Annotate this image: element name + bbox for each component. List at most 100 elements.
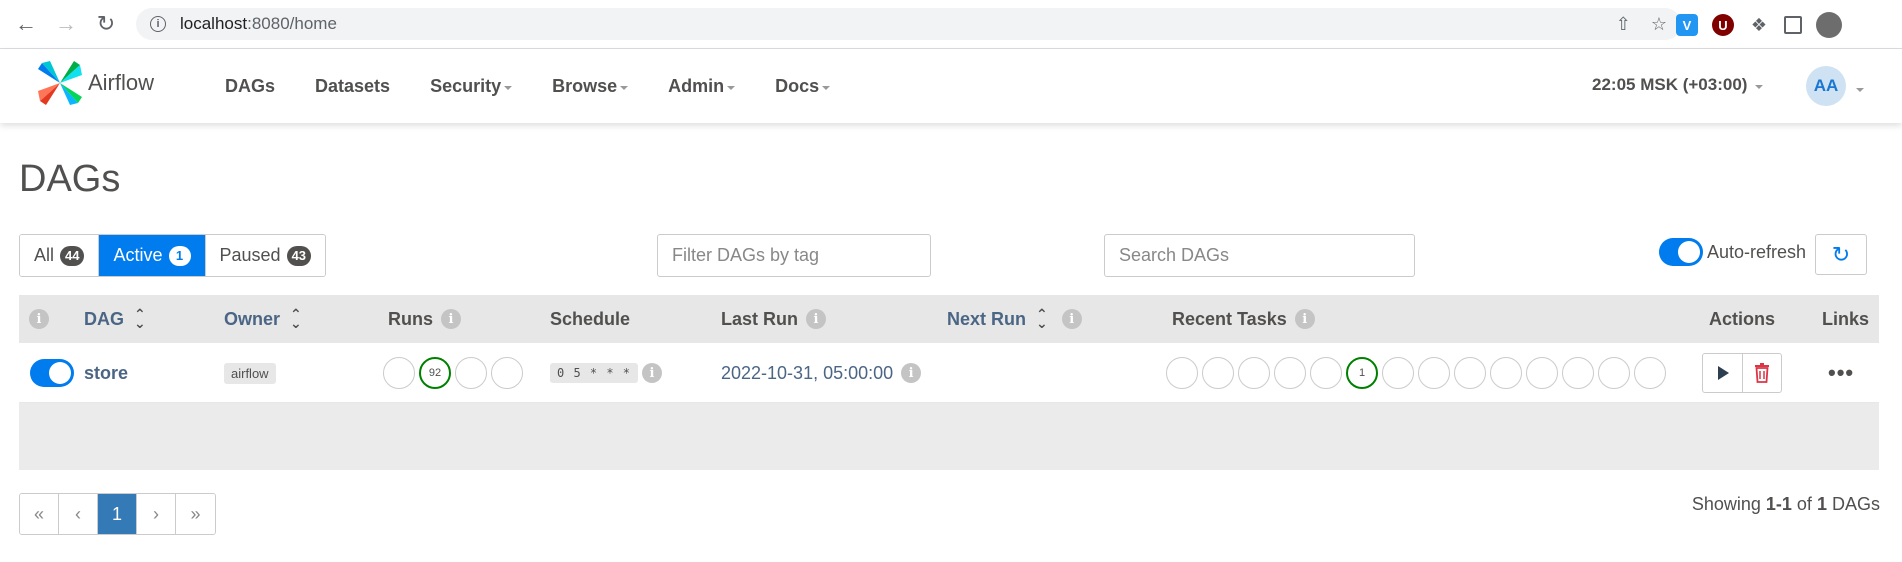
nav-docs-label: Docs: [775, 75, 820, 96]
sort-icon[interactable]: ⌃ ⌄: [134, 307, 146, 330]
address-bar[interactable]: i localhost:8080/home ⇧ ☆: [136, 8, 1681, 40]
reload-icon[interactable]: ↻: [88, 6, 124, 42]
sort-icon[interactable]: ⌃ ⌄: [1036, 307, 1048, 330]
header-last-run: Last Run i: [721, 295, 827, 343]
info-icon[interactable]: i: [29, 309, 49, 329]
info-icon[interactable]: i: [1061, 309, 1082, 329]
header-actions-label: Actions: [1709, 308, 1776, 329]
task-state-circle[interactable]: [1526, 357, 1558, 389]
task-state-circle-success[interactable]: 1: [1346, 357, 1378, 389]
filter-paused-label: Paused: [219, 245, 281, 265]
back-icon[interactable]: ←: [8, 6, 44, 42]
dag-pause-toggle[interactable]: [30, 359, 74, 387]
task-state-circle[interactable]: [1382, 357, 1414, 389]
header-last-run-label: Last Run: [721, 308, 799, 329]
pinwheel-logo-icon: [38, 61, 82, 105]
last-page-button[interactable]: »: [176, 494, 215, 534]
showing-total: 1: [1816, 494, 1827, 514]
clock-label: 22:05 MSK (+03:00): [1592, 75, 1748, 94]
user-avatar[interactable]: AA: [1806, 66, 1846, 106]
owner-cell: airflow: [224, 343, 276, 403]
extensions-puzzle-icon[interactable]: ❖: [1748, 14, 1770, 36]
bookmark-star-icon[interactable]: ☆: [1651, 14, 1667, 35]
header-links-label: Links: [1822, 308, 1870, 329]
header-info: i: [29, 295, 49, 343]
task-state-circle[interactable]: [1562, 357, 1594, 389]
first-page-button[interactable]: «: [20, 494, 59, 534]
task-state-circle[interactable]: [1166, 357, 1198, 389]
dag-id-cell: store: [84, 343, 128, 403]
airflow-logo[interactable]: Airflow: [36, 59, 154, 107]
filter-all-count: 44: [60, 245, 85, 266]
info-icon[interactable]: i: [806, 309, 827, 329]
next-page-button[interactable]: ›: [137, 494, 176, 534]
share-icon[interactable]: ⇧: [1616, 14, 1631, 35]
task-state-circle[interactable]: [1274, 357, 1306, 389]
task-state-circle[interactable]: [1202, 357, 1234, 389]
caret-down-icon[interactable]: [1856, 88, 1864, 92]
caret-down-icon: [1755, 84, 1764, 89]
header-dag[interactable]: DAG ⌃ ⌄: [84, 295, 146, 343]
nav-datasets[interactable]: Datasets: [295, 49, 410, 123]
auto-refresh-toggle[interactable]: [1659, 238, 1703, 266]
task-state-circle[interactable]: [1454, 357, 1486, 389]
side-panel-icon[interactable]: [1784, 16, 1802, 34]
caret-down-icon: [727, 85, 736, 90]
ublock-icon[interactable]: U: [1712, 14, 1734, 36]
header-next-run[interactable]: Next Run ⌃ ⌄ i: [947, 295, 1082, 343]
run-status-circle[interactable]: [491, 357, 523, 389]
showing-range: 1-1: [1765, 494, 1792, 514]
nav-admin-label: Admin: [668, 75, 725, 96]
nav-admin-dropdown[interactable]: Admin: [648, 49, 755, 123]
caret-down-icon: [620, 85, 629, 90]
header-owner[interactable]: Owner ⌃ ⌄: [224, 295, 302, 343]
last-run-link[interactable]: 2022-10-31, 05:00:00: [721, 363, 893, 384]
current-page-button[interactable]: 1: [98, 494, 137, 534]
url-path: :8080/home: [247, 14, 337, 33]
prev-page-button[interactable]: ‹: [59, 494, 98, 534]
showing-suffix: DAGs: [1831, 494, 1880, 514]
nav-docs-dropdown[interactable]: Docs: [755, 49, 850, 123]
trigger-dag-button[interactable]: [1703, 354, 1742, 392]
nav-dags[interactable]: DAGs: [205, 49, 295, 123]
forward-icon[interactable]: →: [48, 6, 84, 42]
table-row: store airflow 92 0 5 * * * i 2022-10-31,…: [19, 343, 1879, 403]
dag-link[interactable]: store: [84, 363, 128, 384]
info-icon[interactable]: i: [901, 363, 922, 383]
task-state-circle[interactable]: [1490, 357, 1522, 389]
task-state-circle[interactable]: [1634, 357, 1666, 389]
more-links-icon[interactable]: •••: [1828, 360, 1854, 386]
task-state-circle[interactable]: [1418, 357, 1450, 389]
task-state-circle[interactable]: [1310, 357, 1342, 389]
tag-filter-input[interactable]: Filter DAGs by tag: [657, 234, 931, 277]
info-icon[interactable]: i: [441, 309, 461, 329]
schedule-tag[interactable]: 0 5 * * *: [550, 363, 639, 383]
timezone-clock[interactable]: 22:05 MSK (+03:00): [1592, 75, 1764, 95]
info-icon[interactable]: i: [642, 363, 663, 383]
site-info-icon[interactable]: i: [150, 16, 166, 32]
run-status-circle-success[interactable]: 92: [419, 357, 451, 389]
table-header: i DAG ⌃ ⌄ Owner ⌃ ⌄ Runs i Schedule Last Run i…: [19, 295, 1879, 343]
nav-security-dropdown[interactable]: Security: [410, 49, 532, 123]
run-status-circle[interactable]: [383, 357, 415, 389]
task-state-circle[interactable]: [1598, 357, 1630, 389]
filter-all-label: All: [34, 245, 55, 265]
trash-icon: [1755, 363, 1769, 383]
pagination: « ‹ 1 › »: [19, 493, 216, 535]
run-status-circle[interactable]: [455, 357, 487, 389]
filter-paused-button[interactable]: Paused 43: [205, 235, 326, 276]
refresh-button[interactable]: ↻: [1815, 234, 1867, 275]
header-schedule-label: Schedule: [550, 308, 631, 329]
delete-dag-button[interactable]: [1742, 354, 1781, 392]
search-dags-input[interactable]: Search DAGs: [1104, 234, 1415, 277]
nav-browse-dropdown[interactable]: Browse: [532, 49, 648, 123]
extension-v-icon[interactable]: V: [1676, 14, 1698, 36]
filter-active-button[interactable]: Active 1: [99, 235, 206, 276]
task-state-circle[interactable]: [1238, 357, 1270, 389]
filter-all-button[interactable]: All 44: [20, 235, 100, 276]
showing-prefix: Showing: [1691, 494, 1761, 514]
info-icon[interactable]: i: [1294, 309, 1315, 329]
sort-icon[interactable]: ⌃ ⌄: [290, 307, 302, 330]
profile-avatar-icon[interactable]: [1816, 12, 1842, 38]
owner-tag[interactable]: airflow: [224, 362, 276, 384]
